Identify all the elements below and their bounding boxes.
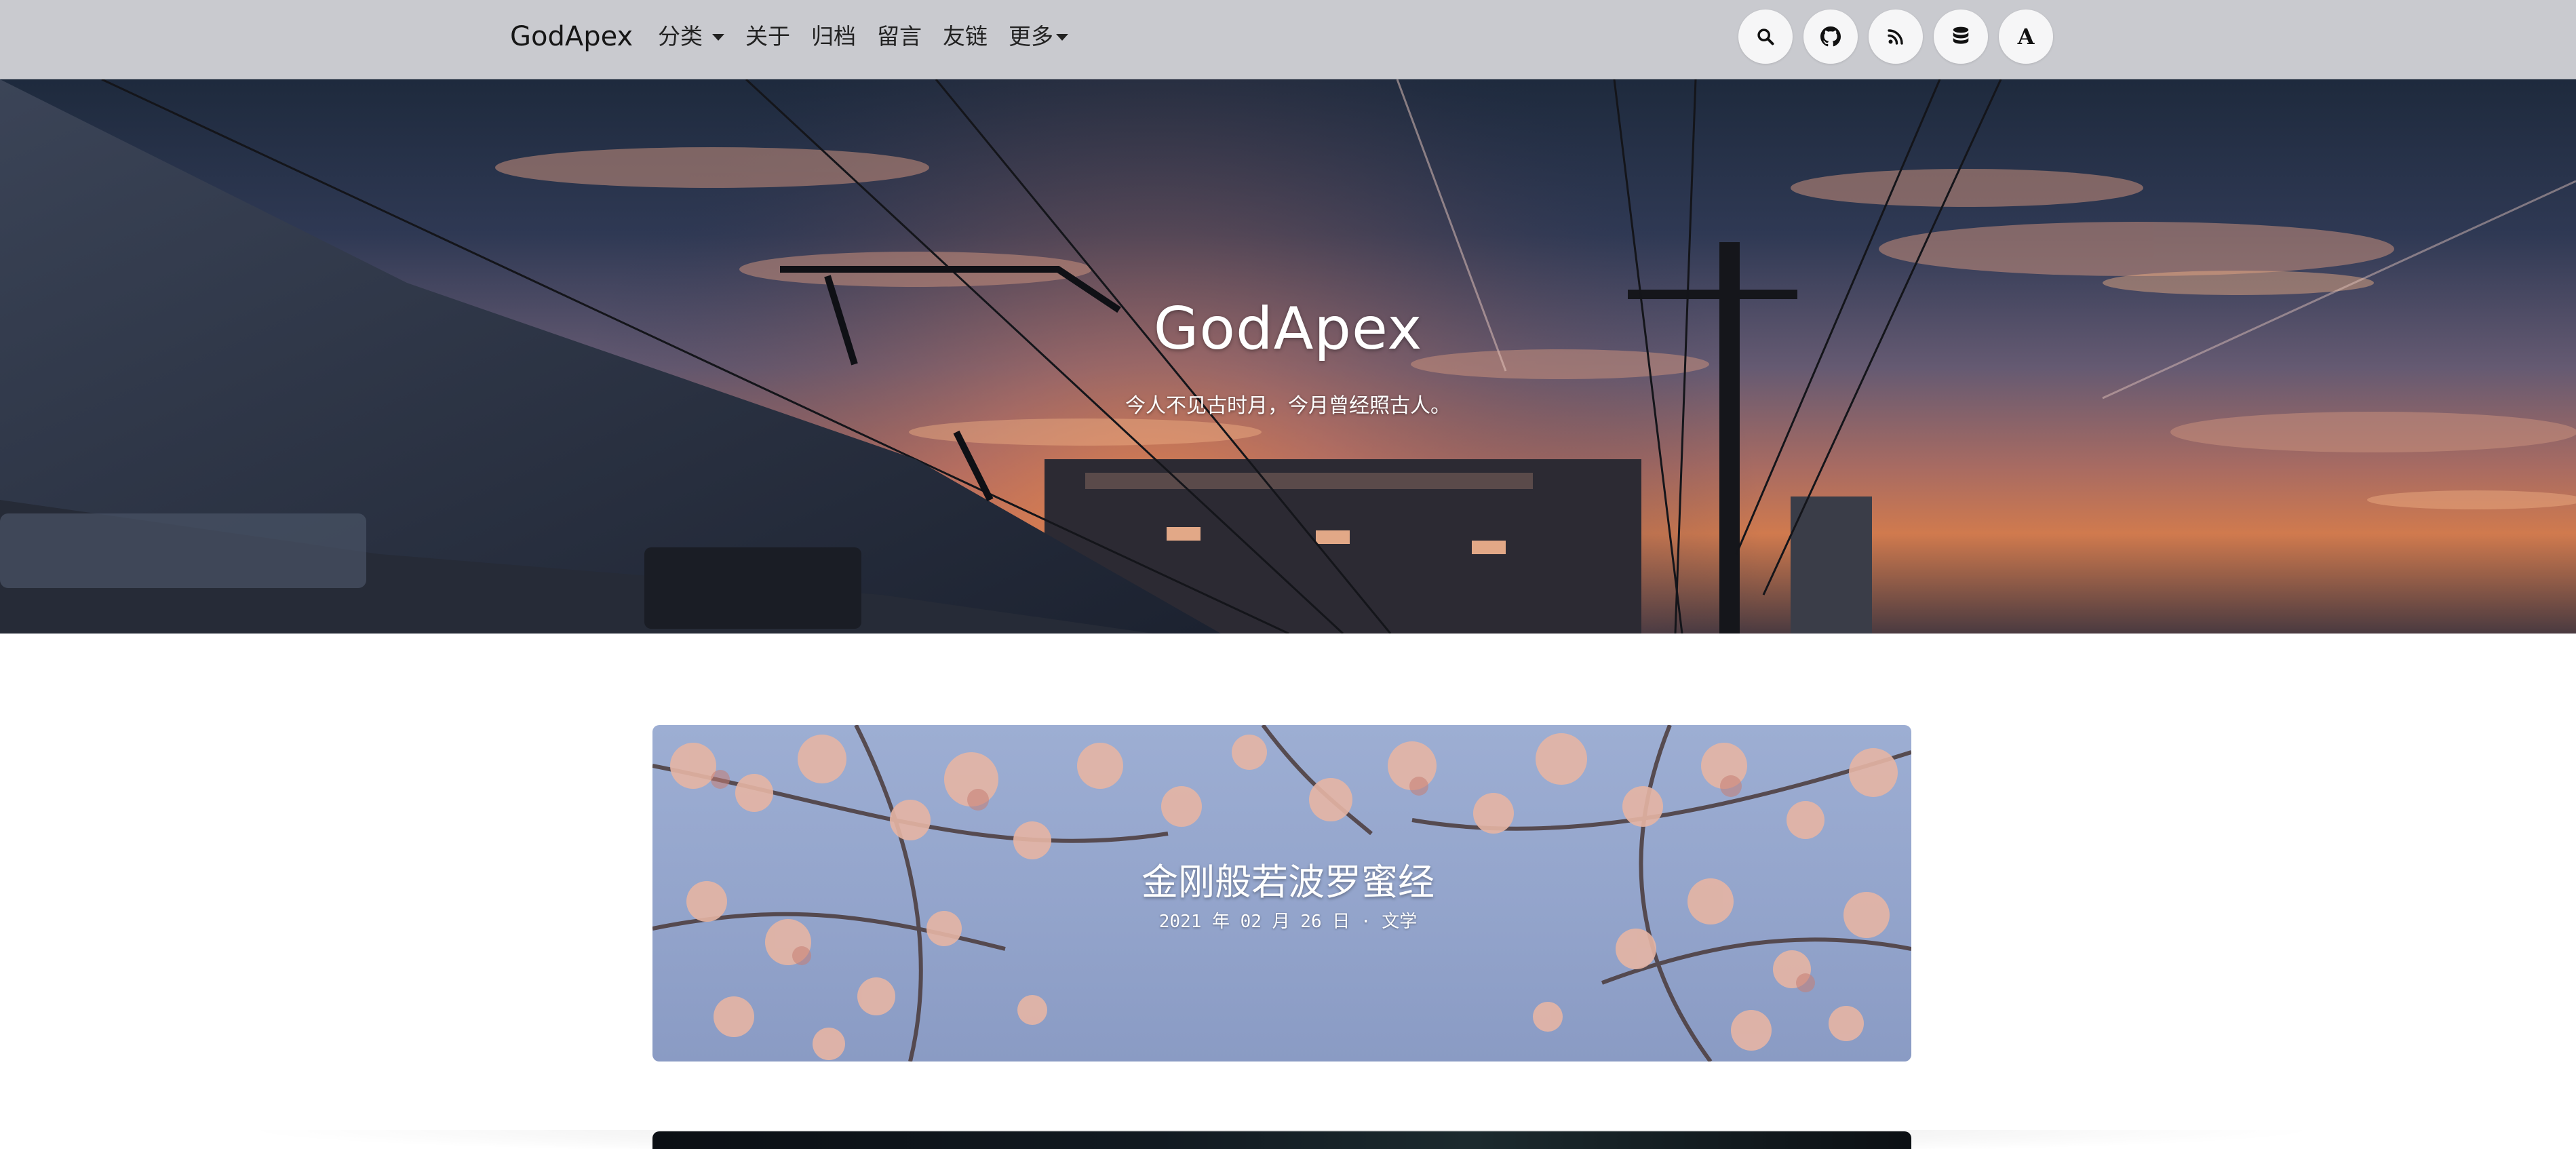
search-button[interactable] — [1738, 9, 1793, 64]
rss-icon — [1888, 29, 1903, 45]
search-icon — [1757, 28, 1774, 45]
nav-item-archive[interactable]: 归档 — [811, 20, 856, 53]
post-title[interactable]: 金刚般若波罗蜜经 — [0, 852, 2576, 905]
nav-item-friend-links[interactable]: 友链 — [943, 20, 988, 53]
nav-item-about[interactable]: 关于 — [745, 20, 790, 53]
post-card-next[interactable] — [652, 1131, 1911, 1149]
nav-item-label: 分类 — [658, 23, 703, 50]
nav-item-more[interactable]: 更多 — [1009, 20, 1068, 53]
nav-item-categories[interactable]: 分类 — [658, 20, 724, 53]
brand-link[interactable]: GodApex — [510, 19, 633, 54]
nav-item-label: 归档 — [811, 23, 856, 50]
nav-item-guestbook[interactable]: 留言 — [877, 20, 922, 53]
rss-button[interactable] — [1869, 9, 1923, 64]
chevron-down-icon — [1056, 34, 1068, 41]
nav-item-label: 友链 — [943, 23, 988, 50]
nav-menu: 分类 关于 归档 留言 友链 更多 — [658, 20, 1089, 53]
chevron-down-icon — [712, 34, 724, 41]
post-meta: 2021 年 02 月 26 日 · 文学 — [1158, 912, 1418, 932]
nav-item-label: 留言 — [877, 23, 922, 50]
font-icon: A — [2017, 24, 2035, 50]
hero-title: GodApex — [1153, 295, 1423, 363]
hero-subtitle: 今人不见古时月，今月曾经照古人。 — [1125, 394, 1451, 418]
github-icon — [1820, 26, 1841, 47]
database-button[interactable] — [1934, 9, 1988, 64]
font-settings-button[interactable]: A — [1999, 9, 2053, 64]
navbar-icon-buttons: A — [1738, 9, 2064, 64]
hero-banner: GodApex 今人不见古时月，今月曾经照古人。 — [0, 79, 2576, 634]
nav-item-label: 更多 — [1009, 23, 1053, 50]
github-button[interactable] — [1803, 9, 1858, 64]
database-icon — [1953, 26, 1969, 44]
nav-item-label: 关于 — [745, 23, 790, 50]
navbar: GodApex 分类 关于 归档 留言 友链 更多 A — [0, 0, 2576, 79]
